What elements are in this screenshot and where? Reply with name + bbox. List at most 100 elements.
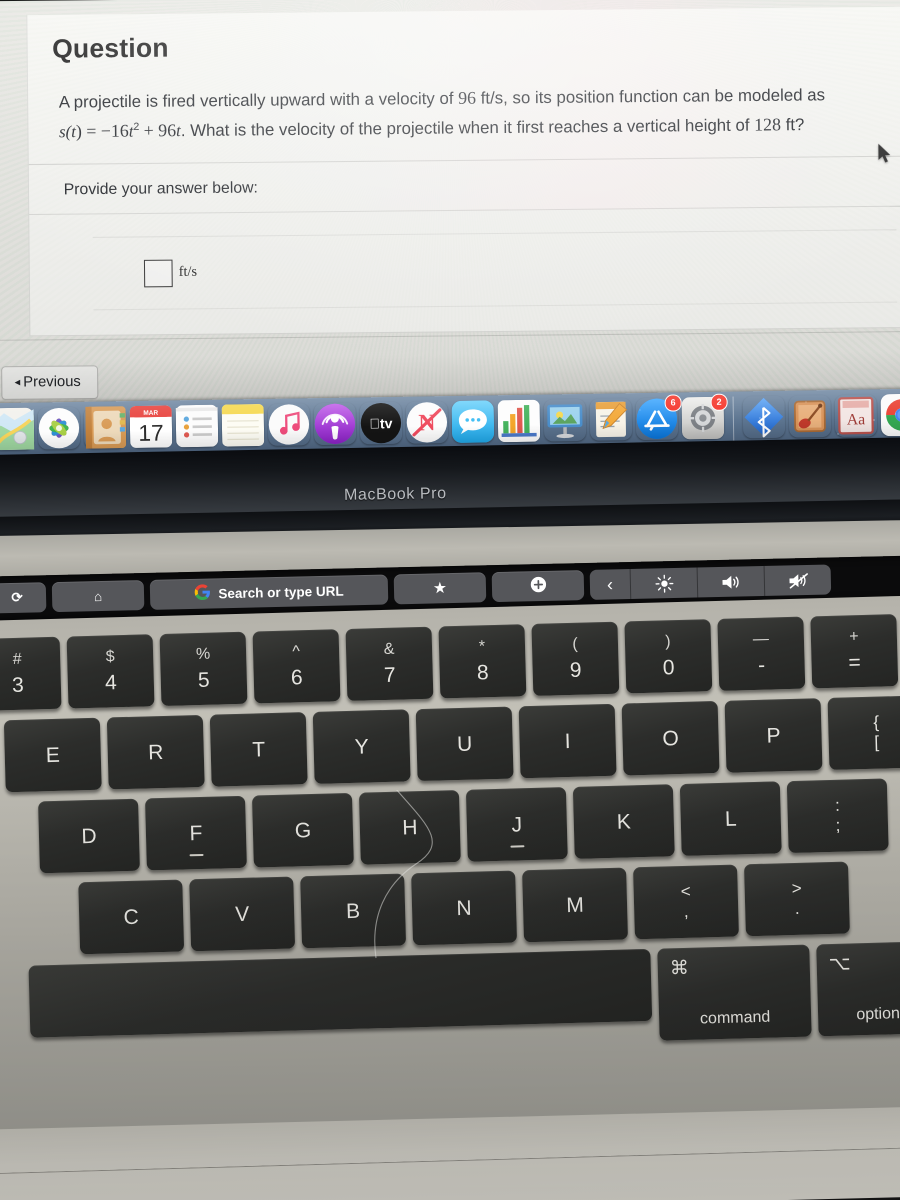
home-position-bar: [510, 845, 525, 848]
key-9[interactable]: (9: [531, 621, 620, 696]
touchbar-home-button[interactable]: ⌂: [51, 580, 145, 613]
key-d-label: D: [81, 824, 97, 848]
music-icon[interactable]: [268, 403, 311, 453]
messages-icon[interactable]: [451, 400, 495, 443]
touchbar-expand-button[interactable]: ‹: [589, 568, 632, 600]
key-0[interactable]: ) 0: [624, 619, 713, 694]
touchbar-search-field[interactable]: Search or type URL: [149, 574, 389, 610]
key-semicolon-labels: :;: [834, 796, 841, 835]
question-sentence-part-4: ft?: [780, 115, 805, 135]
key-r[interactable]: R: [106, 714, 205, 790]
calendar-icon[interactable]: MAR 17: [129, 405, 173, 448]
key-3[interactable]: #3: [0, 636, 62, 712]
touchbar-bookmark-button[interactable]: ★: [393, 572, 487, 605]
key-comma-labels: <,: [680, 882, 691, 921]
previous-button[interactable]: ◂ Previous: [1, 365, 99, 400]
key-equal[interactable]: + =: [810, 614, 899, 689]
key-i[interactable]: I: [518, 703, 617, 779]
key-bracket-left-labels: {[: [873, 713, 880, 752]
key-space[interactable]: [28, 948, 653, 1038]
question-text: A projectile is fired vertically upward …: [27, 56, 900, 166]
key-j[interactable]: J: [465, 787, 568, 862]
answer-unit-label: ft/s: [178, 264, 198, 281]
key-7[interactable]: & 7: [345, 626, 434, 701]
pages-icon[interactable]: [590, 398, 633, 441]
option-key-label: option: [856, 1005, 900, 1024]
key-bracket-left[interactable]: {[: [827, 695, 900, 770]
reload-icon: ⟳: [11, 589, 23, 606]
reminders-icon[interactable]: [175, 404, 219, 448]
key-6-shift-label: ^: [292, 643, 301, 661]
app-store-icon[interactable]: 6: [636, 394, 682, 440]
bluetooth-icon[interactable]: [743, 396, 786, 446]
key-m-label: M: [565, 893, 585, 917]
news-icon[interactable]: N: [406, 401, 449, 444]
key-f[interactable]: F: [145, 795, 247, 871]
key-l[interactable]: L: [679, 781, 782, 856]
key-8-label: 8: [476, 661, 489, 685]
key-semicolon[interactable]: :;: [786, 778, 889, 854]
answer-input[interactable]: [143, 259, 173, 288]
system-preferences-icon[interactable]: 2: [681, 393, 728, 440]
contacts-icon[interactable]: [84, 406, 127, 449]
keyboard[interactable]: #3 $4% 5 ^ 6 & 7 * 8(9) 0— - + = E R T Y U I O P{[ DFGHJKL:…: [0, 594, 900, 1142]
key-r-label: R: [147, 740, 164, 764]
key-n[interactable]: N: [411, 870, 518, 946]
key-comma[interactable]: <,: [633, 864, 739, 940]
key-4[interactable]: $4: [66, 634, 155, 709]
key-t[interactable]: T: [209, 712, 308, 787]
key-minus[interactable]: — -: [717, 616, 806, 691]
apple-tv-icon[interactable]: tv: [360, 402, 403, 452]
volume-up-icon: [721, 575, 739, 589]
key-n-label: N: [456, 896, 472, 920]
touchbar-mute-button[interactable]: [765, 564, 832, 595]
key-u-label: U: [456, 732, 473, 756]
key-o-label: O: [662, 726, 680, 750]
photos-icon[interactable]: [38, 407, 81, 450]
garageband-icon[interactable]: [789, 395, 832, 438]
touchbar-newtab-button[interactable]: [491, 570, 585, 603]
key-g[interactable]: G: [251, 792, 354, 868]
option-symbol-icon: ⌥: [828, 953, 851, 976]
key-6[interactable]: ^ 6: [252, 629, 341, 704]
touchbar-search-placeholder: Search or type URL: [218, 583, 344, 601]
key-k[interactable]: K: [572, 784, 675, 859]
keyboard-home-row: D F G H J K L:;: [38, 778, 889, 874]
key-command[interactable]: ⌘ command: [657, 944, 812, 1041]
numbers-icon[interactable]: [497, 399, 541, 443]
touchbar-brightness-button[interactable]: [630, 567, 699, 599]
key-8[interactable]: * 8: [438, 624, 527, 699]
key-h[interactable]: H: [358, 790, 461, 865]
key-5[interactable]: % 5: [159, 631, 248, 707]
key-b[interactable]: B: [300, 873, 407, 949]
key-6-label: 6: [290, 666, 303, 690]
key-e[interactable]: E: [3, 717, 102, 793]
brightness-icon: [654, 574, 673, 593]
key-v[interactable]: V: [189, 876, 296, 952]
key-c[interactable]: C: [78, 879, 185, 955]
dictionary-icon[interactable]: Aa: [835, 394, 878, 437]
touchbar-control-strip[interactable]: ‹: [589, 564, 832, 600]
touchbar-reload-button[interactable]: ⟳: [0, 582, 47, 614]
key-p[interactable]: P: [724, 698, 823, 773]
maps-icon[interactable]: [0, 407, 35, 451]
key-o[interactable]: O: [621, 700, 720, 776]
keyboard-modifier-row: ⌘ command ⌥ option: [28, 941, 900, 1058]
keyboard-bottom-row: C V B N M <, >.: [78, 861, 850, 955]
key-u[interactable]: U: [415, 706, 514, 782]
key-m[interactable]: M: [522, 867, 628, 943]
mute-icon: [788, 572, 808, 589]
touchbar-volume-button[interactable]: [697, 565, 766, 598]
key-y[interactable]: Y: [312, 709, 411, 784]
podcasts-icon[interactable]: [314, 402, 357, 452]
keynote-icon[interactable]: [544, 399, 587, 442]
question-sentence-part-3: . What is the velocity of the projectile…: [180, 116, 755, 140]
keyboard-number-row: #3 $4% 5 ^ 6 & 7 * 8(9) 0— - + =: [0, 614, 899, 712]
key-period[interactable]: >.: [744, 861, 850, 937]
chrome-icon[interactable]: [880, 393, 900, 437]
question-card: Question A projectile is fired verticall…: [26, 6, 900, 337]
key-9-label: 9: [569, 658, 582, 682]
key-d[interactable]: D: [38, 798, 140, 874]
key-option[interactable]: ⌥ option: [816, 941, 900, 1037]
notes-icon[interactable]: [221, 404, 265, 447]
